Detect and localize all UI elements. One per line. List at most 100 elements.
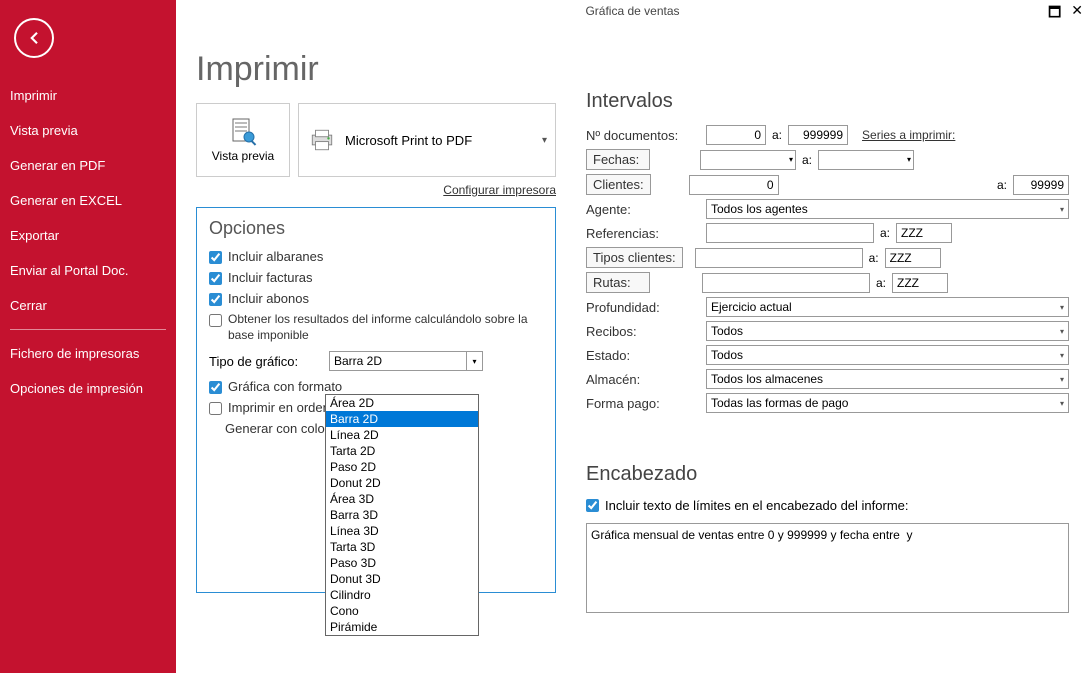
num-doc-label: Nº documentos: (586, 128, 706, 143)
check-imprimir-orden-input[interactable] (209, 402, 222, 415)
tipo-option[interactable]: Donut 3D (326, 571, 478, 587)
sidebar-item-fichero[interactable]: Fichero de impresoras (0, 336, 176, 371)
tipo-option[interactable]: Línea 3D (326, 523, 478, 539)
sidebar-item-imprimir[interactable]: Imprimir (0, 78, 176, 113)
sidebar-item-opciones[interactable]: Opciones de impresión (0, 371, 176, 406)
tipo-option[interactable]: Donut 2D (326, 475, 478, 491)
clientes-from[interactable] (689, 175, 779, 195)
tipo-option[interactable]: Paso 3D (326, 555, 478, 571)
tipos-from[interactable] (695, 248, 863, 268)
rutas-from[interactable] (702, 273, 870, 293)
configure-printer-link[interactable]: Configurar impresora (196, 183, 556, 197)
sidebar-item-excel[interactable]: Generar en EXCEL (0, 183, 176, 218)
opciones-title: Opciones (209, 218, 543, 239)
tipo-option[interactable]: Pirámide (326, 619, 478, 635)
num-doc-to[interactable] (788, 125, 848, 145)
recibos-select[interactable]: Todos ▾ (706, 321, 1069, 341)
check-obtener-input[interactable] (209, 314, 222, 327)
rutas-to[interactable] (892, 273, 948, 293)
arrow-left-icon (25, 29, 43, 47)
referencias-from[interactable] (706, 223, 874, 243)
opciones-panel: Opciones Incluir albaranes Incluir factu… (196, 207, 556, 593)
check-grafica-formato-label: Gráfica con formato (228, 379, 342, 394)
recibos-value: Todos (711, 324, 743, 338)
check-facturas[interactable]: Incluir facturas (209, 270, 543, 285)
a-label: a: (869, 251, 879, 265)
intervalos-title: Intervalos (586, 90, 1069, 113)
agente-select[interactable]: Todos los agentes ▾ (706, 199, 1069, 219)
rutas-button[interactable]: Rutas: (586, 272, 650, 293)
sidebar-item-vista-previa[interactable]: Vista previa (0, 113, 176, 148)
tipo-option[interactable]: Barra 3D (326, 507, 478, 523)
tipo-option[interactable]: Línea 2D (326, 427, 478, 443)
tipo-grafico-value: Barra 2D (334, 354, 382, 368)
fechas-button[interactable]: Fechas: (586, 149, 650, 170)
check-abonos[interactable]: Incluir abonos (209, 291, 543, 306)
tipo-grafico-dropdown[interactable]: Área 2DBarra 2DLínea 2DTarta 2DPaso 2DDo… (325, 394, 479, 636)
tipo-option[interactable]: Tarta 2D (326, 443, 478, 459)
tipo-option[interactable]: Área 3D (326, 491, 478, 507)
profundidad-select[interactable]: Ejercicio actual ▾ (706, 297, 1069, 317)
chevron-down-icon: ▾ (1060, 351, 1064, 360)
recibos-label: Recibos: (586, 324, 706, 339)
tipo-option[interactable]: Paso 2D (326, 459, 478, 475)
fecha-from[interactable]: ▾ (700, 150, 796, 170)
main-area: Gráfica de ventas 🗖 ✕ Imprimir Vista p (176, 0, 1089, 673)
window-title: Gráfica de ventas (176, 4, 1089, 18)
printer-selector[interactable]: Microsoft Print to PDF ▾ (298, 103, 556, 177)
check-encabezado-input[interactable] (586, 499, 599, 512)
check-facturas-input[interactable] (209, 272, 222, 285)
estado-select[interactable]: Todos ▾ (706, 345, 1069, 365)
tipo-grafico-label: Tipo de gráfico: (209, 354, 319, 369)
chevron-down-icon: ▾ (1060, 399, 1064, 408)
check-grafica-formato-input[interactable] (209, 381, 222, 394)
sidebar-item-cerrar[interactable]: Cerrar (0, 288, 176, 323)
close-icon[interactable]: ✕ (1071, 2, 1083, 26)
agente-label: Agente: (586, 202, 706, 217)
a-label: a: (997, 178, 1007, 192)
clientes-to[interactable] (1013, 175, 1069, 195)
estado-label: Estado: (586, 348, 706, 363)
tipos-clientes-button[interactable]: Tipos clientes: (586, 247, 683, 268)
agente-value: Todos los agentes (711, 202, 808, 216)
clientes-button[interactable]: Clientes: (586, 174, 651, 195)
tipo-option[interactable]: Tarta 3D (326, 539, 478, 555)
encabezado-textarea[interactable] (586, 523, 1069, 613)
tipo-option[interactable]: Cilindro (326, 587, 478, 603)
chevron-down-icon: ▾ (1060, 375, 1064, 384)
estado-value: Todos (711, 348, 743, 362)
a-label: a: (772, 128, 782, 142)
vista-previa-button[interactable]: Vista previa (196, 103, 290, 177)
check-obtener[interactable]: Obtener los resultados del informe calcu… (209, 312, 543, 343)
tipo-grafico-combo[interactable]: Barra 2D ▾ (329, 351, 483, 371)
window-controls: 🗖 ✕ (1048, 2, 1083, 26)
check-encabezado[interactable]: Incluir texto de límites en el encabezad… (586, 498, 1069, 513)
check-albaranes-input[interactable] (209, 251, 222, 264)
chevron-down-icon: ▾ (542, 135, 547, 146)
printer-icon (309, 127, 335, 153)
almacen-value: Todos los almacenes (711, 372, 823, 386)
profundidad-value: Ejercicio actual (711, 300, 792, 314)
maximize-icon[interactable]: 🗖 (1048, 2, 1061, 26)
sidebar-item-portal[interactable]: Enviar al Portal Doc. (0, 253, 176, 288)
sidebar: Imprimir Vista previa Generar en PDF Gen… (0, 0, 176, 673)
referencias-to[interactable] (896, 223, 952, 243)
check-albaranes[interactable]: Incluir albaranes (209, 249, 543, 264)
forma-pago-label: Forma pago: (586, 396, 706, 411)
tipos-to[interactable] (885, 248, 941, 268)
sidebar-item-pdf[interactable]: Generar en PDF (0, 148, 176, 183)
check-facturas-label: Incluir facturas (228, 270, 313, 285)
fecha-to[interactable]: ▾ (818, 150, 914, 170)
check-grafica-formato[interactable]: Gráfica con formato (209, 379, 543, 394)
tipo-option[interactable]: Área 2D (326, 395, 478, 411)
forma-pago-select[interactable]: Todas las formas de pago ▾ (706, 393, 1069, 413)
check-abonos-input[interactable] (209, 293, 222, 306)
sidebar-separator (10, 329, 166, 330)
series-link[interactable]: Series a imprimir: (862, 128, 955, 142)
back-button[interactable] (14, 18, 54, 58)
tipo-option[interactable]: Cono (326, 603, 478, 619)
sidebar-item-exportar[interactable]: Exportar (0, 218, 176, 253)
num-doc-from[interactable] (706, 125, 766, 145)
tipo-option[interactable]: Barra 2D (326, 411, 478, 427)
almacen-select[interactable]: Todos los almacenes ▾ (706, 369, 1069, 389)
